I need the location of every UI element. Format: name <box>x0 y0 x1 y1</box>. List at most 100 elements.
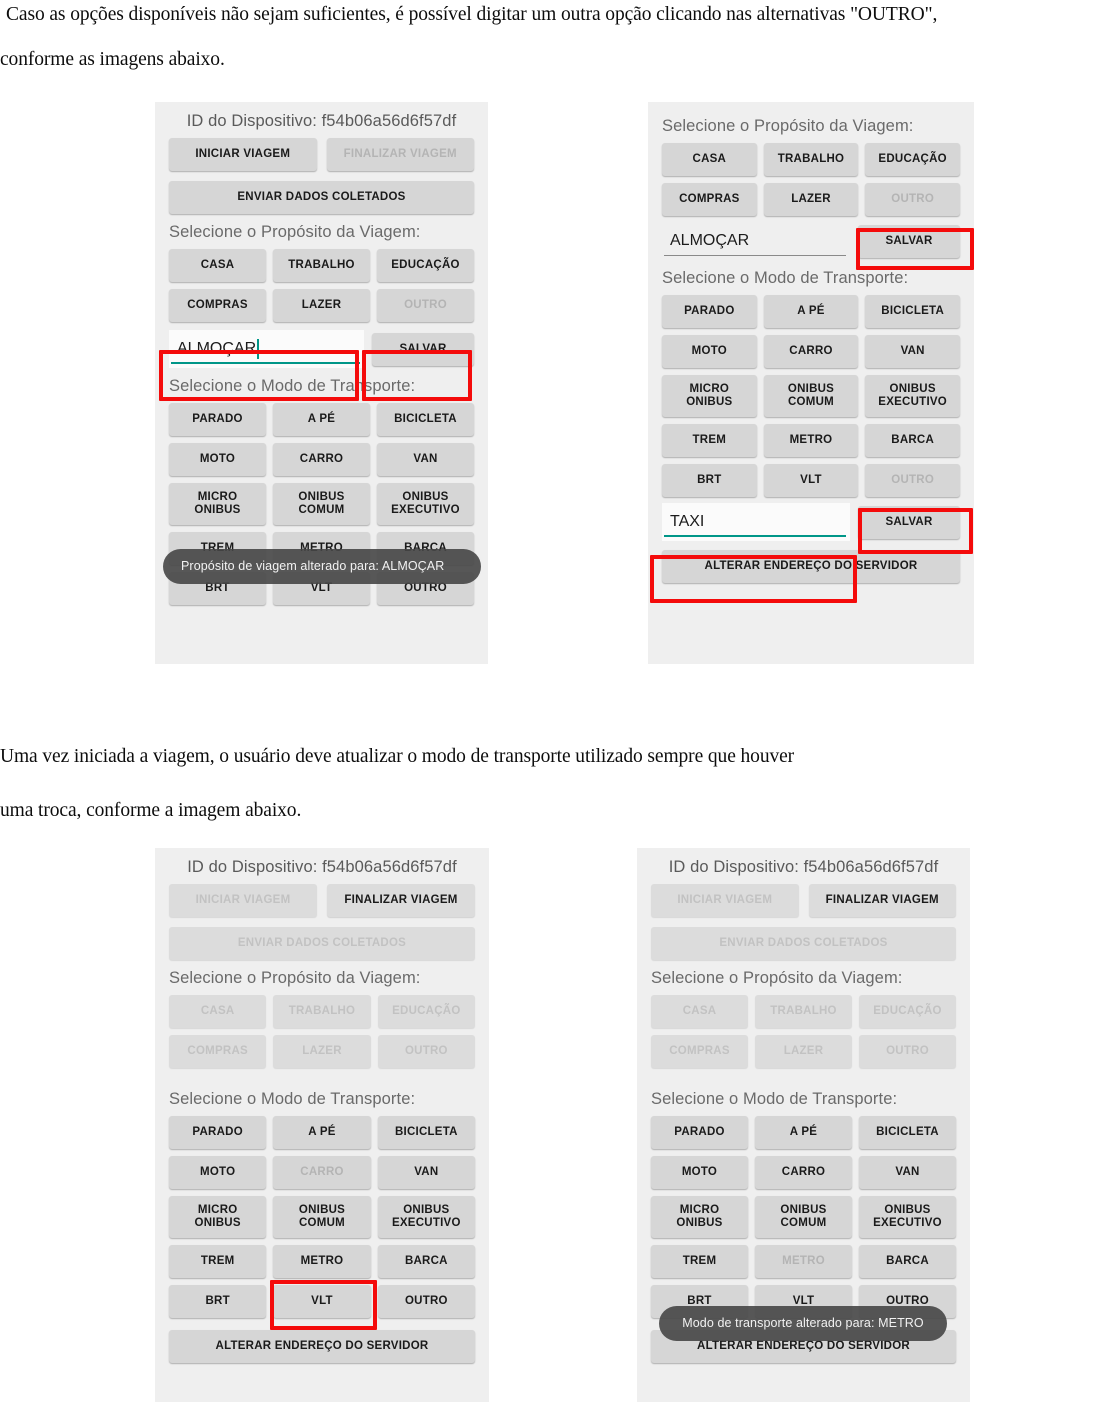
purpose-option-trabalho[interactable]: TRABALHO <box>755 995 852 1028</box>
transport-option-outro[interactable]: OUTRO <box>865 464 960 497</box>
purpose-option-educacao[interactable]: EDUCAÇÃO <box>377 995 475 1028</box>
transport-option-barca[interactable]: BARCA <box>865 424 960 457</box>
transport-option-moto[interactable]: MOTO <box>169 1156 267 1189</box>
purpose-options-grid-row1: CASA TRABALHO EDUCAÇÃO <box>165 249 478 282</box>
transport-option-a-pe[interactable]: A PÉ <box>273 1116 371 1149</box>
screenshot-panel-trip-active: ID do Dispositivo: f54b06a56d6f57df INIC… <box>155 848 489 1402</box>
purpose-option-trabalho[interactable]: TRABALHO <box>273 995 371 1028</box>
transport-option-onibus-comum[interactable]: ONIBUS COMUM <box>763 375 859 417</box>
transport-option-van[interactable]: VAN <box>859 1156 956 1189</box>
purpose-custom-input[interactable]: ALMOÇAR <box>662 222 850 260</box>
purpose-option-casa[interactable]: CASA <box>651 995 748 1028</box>
transport-option-van[interactable]: VAN <box>377 1156 475 1189</box>
purpose-option-compras[interactable]: COMPRAS <box>169 289 266 322</box>
alterar-endereco-servidor-button[interactable]: ALTERAR ENDEREÇO DO SERVIDOR <box>169 1330 475 1363</box>
finalizar-viagem-button[interactable]: FINALIZAR VIAGEM <box>326 138 474 171</box>
transport-option-micro-onibus[interactable]: MICRO ONIBUS <box>651 1196 748 1238</box>
transport-option-micro-onibus[interactable]: MICRO ONIBUS <box>662 375 757 417</box>
transport-salvar-button[interactable]: SALVAR <box>858 505 960 539</box>
purpose-option-outro[interactable]: OUTRO <box>377 1035 475 1068</box>
transport-option-bicicleta[interactable]: BICICLETA <box>859 1116 956 1149</box>
transport-option-moto[interactable]: MOTO <box>662 335 757 368</box>
purpose-salvar-button[interactable]: SALVAR <box>858 224 960 258</box>
transport-option-onibus-executivo[interactable]: ONIBUS EXECUTIVO <box>859 1196 956 1238</box>
transport-option-brt[interactable]: BRT <box>662 464 757 497</box>
purpose-option-outro[interactable]: OUTRO <box>377 289 474 322</box>
transport-option-outro[interactable]: OUTRO <box>377 1285 475 1318</box>
purpose-option-trabalho[interactable]: TRABALHO <box>273 249 370 282</box>
screenshot-panel-transport-entry: Selecione o Propósito da Viagem: CASA TR… <box>648 102 974 664</box>
transport-option-onibus-comum[interactable]: ONIBUS COMUM <box>755 1196 852 1238</box>
purpose-salvar-button[interactable]: SALVAR <box>372 332 474 366</box>
transport-option-micro-onibus[interactable]: MICRO ONIBUS <box>169 483 266 525</box>
transport-option-barca[interactable]: BARCA <box>377 1245 475 1278</box>
transport-option-metro[interactable]: METRO <box>763 424 859 457</box>
purpose-option-educacao[interactable]: EDUCAÇÃO <box>865 143 960 176</box>
transport-option-van[interactable]: VAN <box>377 443 474 476</box>
enviar-dados-coletados-button[interactable]: ENVIAR DADOS COLETADOS <box>169 181 474 214</box>
transport-custom-input[interactable]: TAXI <box>662 503 850 541</box>
transport-option-onibus-executivo[interactable]: ONIBUS EXECUTIVO <box>377 483 474 525</box>
transport-option-trem[interactable]: TREM <box>662 424 757 457</box>
transport-option-a-pe[interactable]: A PÉ <box>755 1116 852 1149</box>
purpose-option-outro[interactable]: OUTRO <box>865 183 960 216</box>
purpose-option-lazer[interactable]: LAZER <box>273 289 370 322</box>
enviar-dados-row: ENVIAR DADOS COLETADOS <box>647 917 960 960</box>
toast-purpose-changed: Propósito de viagem alterado para: ALMOÇ… <box>163 549 481 584</box>
purpose-option-lazer[interactable]: LAZER <box>763 183 859 216</box>
transport-option-micro-onibus[interactable]: MICRO ONIBUS <box>169 1196 267 1238</box>
transport-option-bicicleta[interactable]: BICICLETA <box>865 295 960 328</box>
purpose-option-compras[interactable]: COMPRAS <box>169 1035 267 1068</box>
purpose-option-trabalho[interactable]: TRABALHO <box>763 143 859 176</box>
transport-option-a-pe[interactable]: A PÉ <box>273 403 370 436</box>
enviar-dados-coletados-button[interactable]: ENVIAR DADOS COLETADOS <box>169 927 475 960</box>
transport-option-carro[interactable]: CARRO <box>273 1156 371 1189</box>
transport-option-carro[interactable]: CARRO <box>763 335 859 368</box>
purpose-option-lazer[interactable]: LAZER <box>755 1035 852 1068</box>
transport-option-onibus-comum[interactable]: ONIBUS COMUM <box>273 1196 371 1238</box>
transport-option-brt[interactable]: BRT <box>169 1285 267 1318</box>
iniciar-viagem-button[interactable]: INICIAR VIAGEM <box>651 884 799 917</box>
transport-option-metro[interactable]: METRO <box>755 1245 852 1278</box>
purpose-option-lazer[interactable]: LAZER <box>273 1035 371 1068</box>
transport-option-onibus-executivo[interactable]: ONIBUS EXECUTIVO <box>865 375 960 417</box>
transport-option-moto[interactable]: MOTO <box>169 443 266 476</box>
input-underline <box>664 255 846 256</box>
transport-option-moto[interactable]: MOTO <box>651 1156 748 1189</box>
transport-option-metro[interactable]: METRO <box>273 1245 371 1278</box>
purpose-option-outro[interactable]: OUTRO <box>859 1035 956 1068</box>
finalizar-viagem-button[interactable]: FINALIZAR VIAGEM <box>327 884 475 917</box>
transport-option-carro[interactable]: CARRO <box>755 1156 852 1189</box>
iniciar-viagem-button[interactable]: INICIAR VIAGEM <box>169 884 317 917</box>
purpose-custom-input[interactable]: ALMOÇAR <box>169 330 364 368</box>
transport-option-parado[interactable]: PARADO <box>651 1116 748 1149</box>
purpose-option-casa[interactable]: CASA <box>662 143 757 176</box>
transport-option-onibus-executivo[interactable]: ONIBUS EXECUTIVO <box>377 1196 475 1238</box>
transport-option-vlt[interactable]: VLT <box>273 1285 371 1318</box>
purpose-option-casa[interactable]: CASA <box>169 995 267 1028</box>
transport-option-trem[interactable]: TREM <box>651 1245 748 1278</box>
transport-option-van[interactable]: VAN <box>865 335 960 368</box>
transport-option-trem[interactable]: TREM <box>169 1245 267 1278</box>
transport-grid-row3: MICRO ONIBUS ONIBUS COMUM ONIBUS EXECUTIVO <box>165 1196 479 1238</box>
enviar-dados-coletados-button[interactable]: ENVIAR DADOS COLETADOS <box>651 927 956 960</box>
transport-option-barca[interactable]: BARCA <box>859 1245 956 1278</box>
purpose-option-casa[interactable]: CASA <box>169 249 266 282</box>
transport-option-onibus-comum[interactable]: ONIBUS COMUM <box>273 483 370 525</box>
purpose-option-compras[interactable]: COMPRAS <box>651 1035 748 1068</box>
transport-option-vlt[interactable]: VLT <box>763 464 859 497</box>
transport-option-parado[interactable]: PARADO <box>662 295 757 328</box>
alterar-endereco-servidor-button[interactable]: ALTERAR ENDEREÇO DO SERVIDOR <box>662 550 960 583</box>
transport-grid-row4: TREM METRO BARCA <box>165 1245 479 1278</box>
transport-option-parado[interactable]: PARADO <box>169 403 266 436</box>
purpose-option-educacao[interactable]: EDUCAÇÃO <box>377 249 474 282</box>
transport-option-bicicleta[interactable]: BICICLETA <box>377 1116 475 1149</box>
purpose-option-educacao[interactable]: EDUCAÇÃO <box>859 995 956 1028</box>
transport-option-parado[interactable]: PARADO <box>169 1116 267 1149</box>
transport-option-bicicleta[interactable]: BICICLETA <box>377 403 474 436</box>
iniciar-viagem-button[interactable]: INICIAR VIAGEM <box>169 138 317 171</box>
transport-option-a-pe[interactable]: A PÉ <box>763 295 859 328</box>
finalizar-viagem-button[interactable]: FINALIZAR VIAGEM <box>808 884 956 917</box>
transport-option-carro[interactable]: CARRO <box>273 443 370 476</box>
purpose-option-compras[interactable]: COMPRAS <box>662 183 757 216</box>
